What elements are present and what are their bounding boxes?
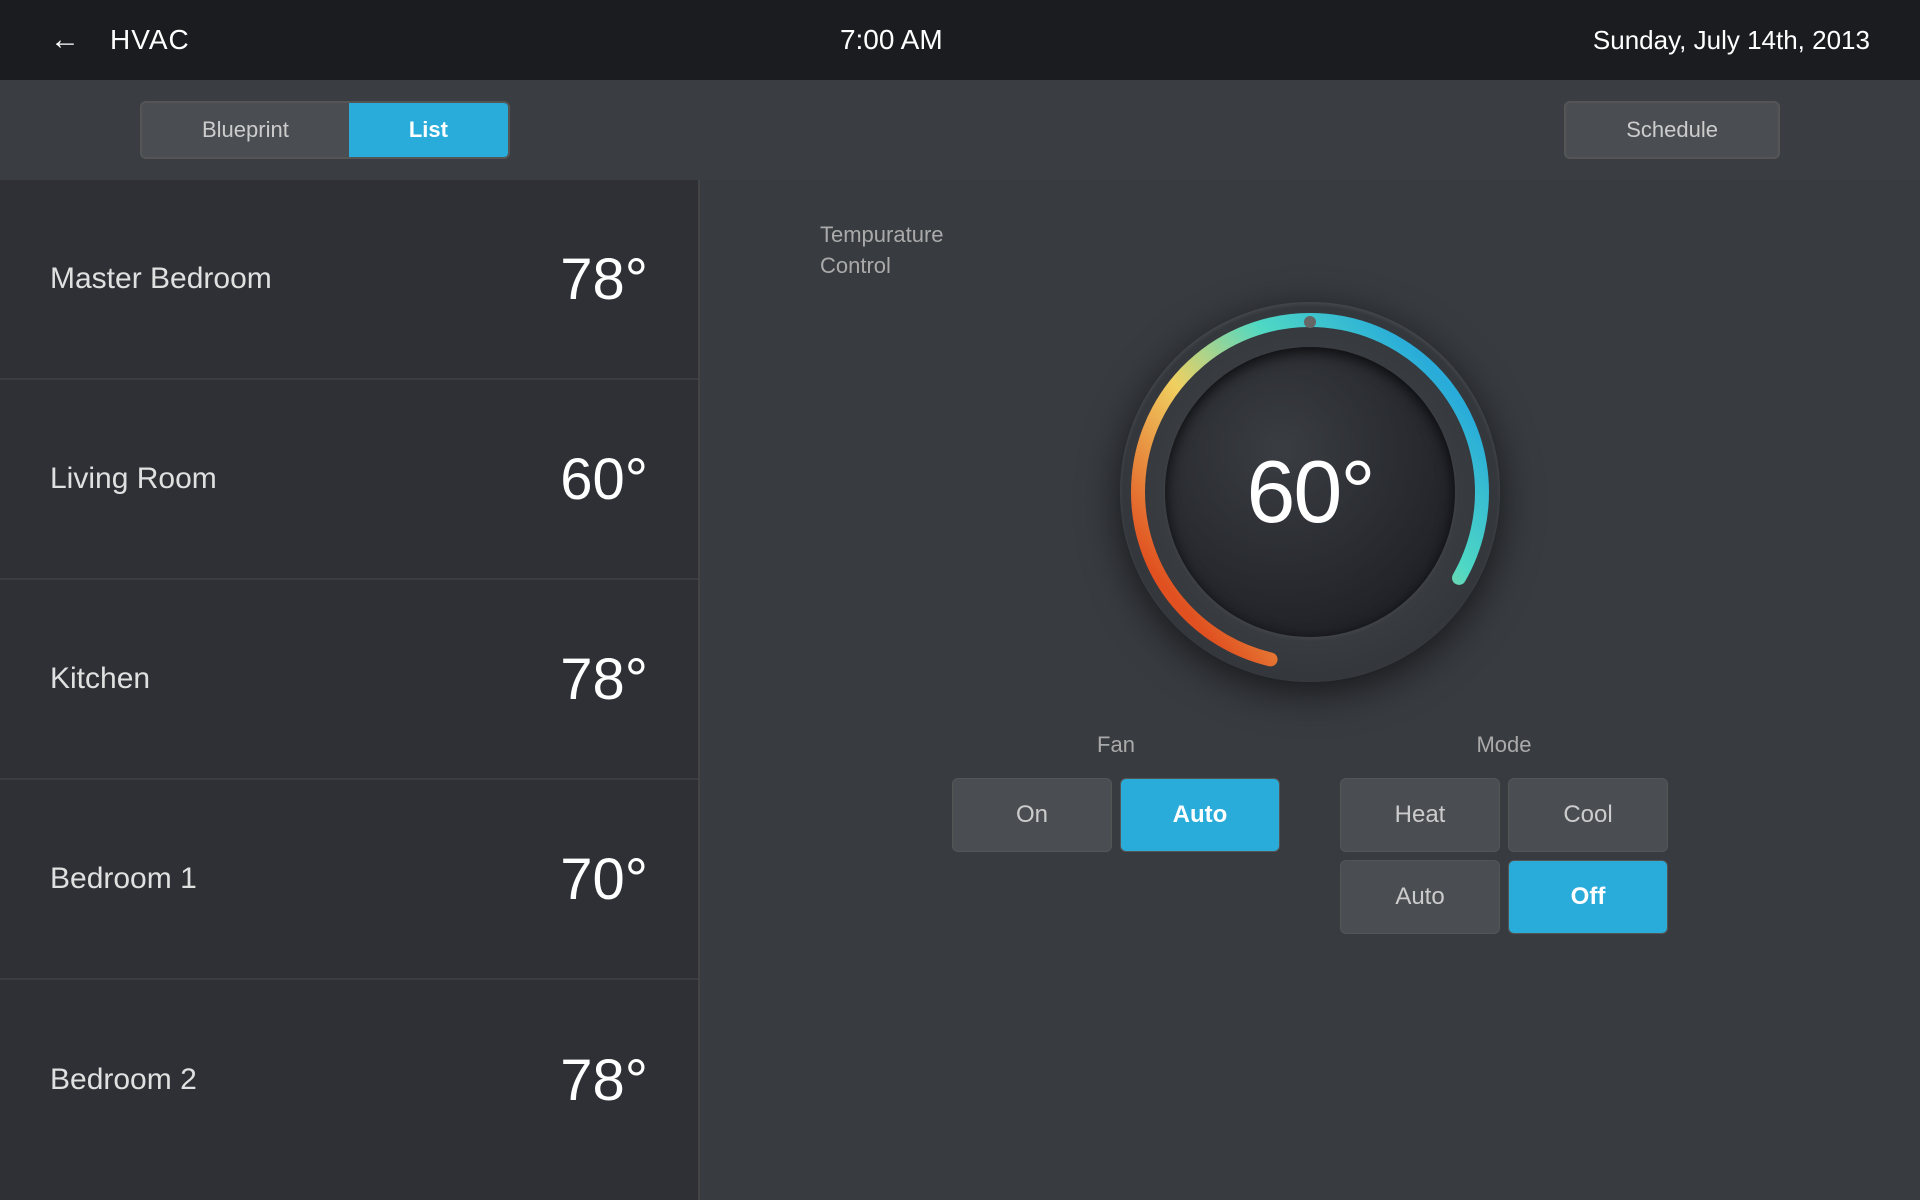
room-item-kitchen[interactable]: Kitchen 78°	[0, 580, 698, 780]
blueprint-tab[interactable]: Blueprint	[142, 103, 349, 157]
current-time: 7:00 AM	[840, 24, 943, 56]
room-temperature: 78°	[560, 1047, 648, 1114]
temperature-control-label: Tempurature Control	[820, 220, 944, 282]
room-item-master-bedroom[interactable]: Master Bedroom 78°	[0, 180, 698, 380]
mode-cool-button[interactable]: Cool	[1508, 778, 1668, 852]
schedule-button[interactable]: Schedule	[1564, 101, 1780, 159]
room-item-bedroom2[interactable]: Bedroom 2 78°	[0, 980, 698, 1180]
dial-indicator-dot	[1304, 316, 1316, 328]
fan-auto-button[interactable]: Auto	[1120, 778, 1280, 852]
mode-btn-grid: Heat Cool Auto Off	[1340, 778, 1668, 934]
room-temperature: 78°	[560, 246, 648, 313]
room-temperature: 70°	[560, 846, 648, 913]
room-list: Master Bedroom 78° Living Room 60° Kitch…	[0, 180, 700, 1200]
mode-off-button[interactable]: Off	[1508, 860, 1668, 934]
top-bar-left: ← HVAC	[50, 23, 190, 57]
room-name: Bedroom 1	[50, 862, 197, 896]
fan-btn-row: On Auto	[952, 778, 1280, 852]
room-item-bedroom1[interactable]: Bedroom 1 70°	[0, 780, 698, 980]
fan-on-button[interactable]: On	[952, 778, 1112, 852]
fan-label: Fan	[1097, 732, 1135, 758]
room-name: Living Room	[50, 462, 217, 496]
top-bar: ← HVAC 7:00 AM Sunday, July 14th, 2013	[0, 0, 1920, 80]
mode-control-group: Mode Heat Cool Auto Off	[1340, 732, 1668, 934]
list-tab[interactable]: List	[349, 103, 508, 157]
room-name: Bedroom 2	[50, 1063, 197, 1097]
toolbar: Blueprint List Schedule	[0, 80, 1920, 180]
current-date: Sunday, July 14th, 2013	[1593, 25, 1870, 56]
thermostat-dial[interactable]: 60°	[1120, 302, 1500, 682]
mode-heat-button[interactable]: Heat	[1340, 778, 1500, 852]
mode-auto-button[interactable]: Auto	[1340, 860, 1500, 934]
room-name: Master Bedroom	[50, 262, 272, 296]
dial-outer-ring: 60°	[1120, 302, 1500, 682]
main-content: Master Bedroom 78° Living Room 60° Kitch…	[0, 180, 1920, 1200]
room-temperature: 78°	[560, 646, 648, 713]
control-panel: Tempurature Control	[700, 180, 1920, 1200]
fan-control-group: Fan On Auto	[952, 732, 1280, 934]
controls-row: Fan On Auto Mode Heat Cool Auto Off	[760, 732, 1860, 934]
room-temperature: 60°	[560, 446, 648, 513]
room-item-living-room[interactable]: Living Room 60°	[0, 380, 698, 580]
dial-temperature-display: 60°	[1246, 441, 1373, 543]
view-tab-group: Blueprint List	[140, 101, 510, 159]
room-name: Kitchen	[50, 662, 150, 696]
dial-inner-circle: 60°	[1165, 347, 1455, 637]
mode-label: Mode	[1476, 732, 1531, 758]
back-button[interactable]: ←	[50, 23, 80, 57]
app-title: HVAC	[110, 24, 190, 56]
